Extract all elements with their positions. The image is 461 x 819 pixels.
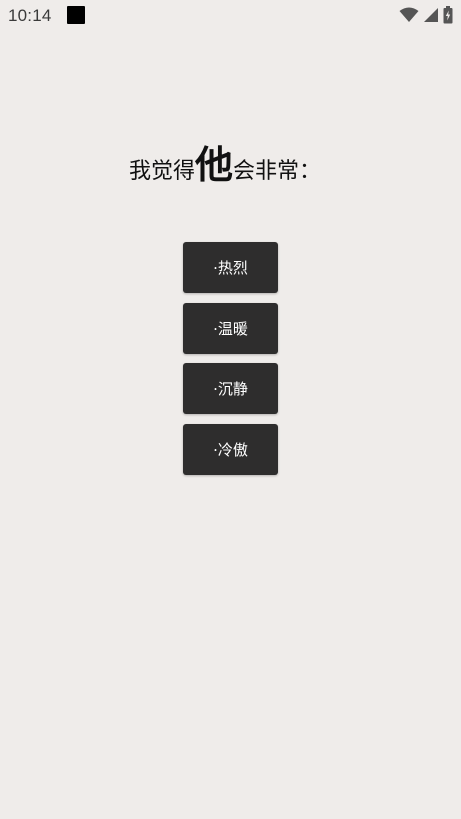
option-button-wennuan[interactable]: ·温暖 [183, 302, 278, 354]
option-list: ·热烈 ·温暖 ·沉静 ·冷傲 [183, 242, 278, 484]
option-button-chenjing[interactable]: ·沉静 [183, 363, 278, 414]
notification-square-icon [67, 6, 85, 24]
status-bar: 10:14 [0, 0, 461, 30]
question-title: 我觉得他会非常： [0, 145, 450, 193]
option-button-lengao[interactable]: ·冷傲 [183, 423, 278, 475]
status-icons [399, 6, 453, 24]
question-prefix: 我觉得 [128, 159, 195, 184]
battery-charging-icon [443, 6, 453, 24]
wifi-icon [399, 7, 419, 23]
option-button-rerie[interactable]: ·热烈 [183, 242, 278, 293]
question-emphasis: 他 [194, 142, 233, 187]
question-suffix: 会非常： [233, 159, 322, 184]
status-time: 10:14 [8, 6, 52, 25]
cell-signal-icon [423, 7, 439, 23]
